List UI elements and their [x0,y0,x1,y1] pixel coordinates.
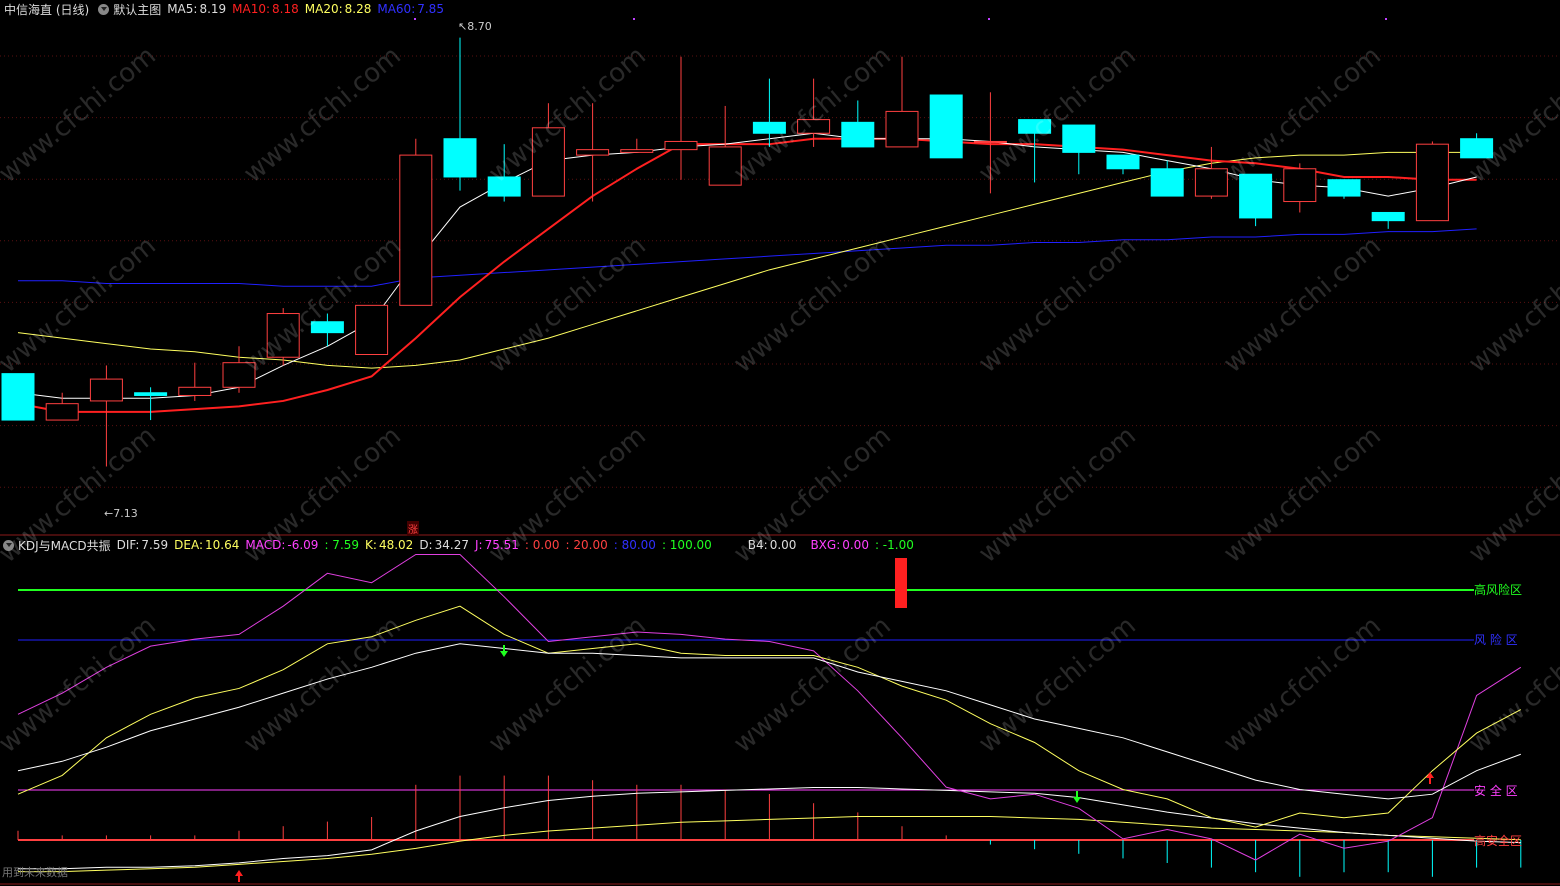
d-label: D: [419,538,433,552]
kdj-k-line [17,605,1522,828]
top-marker [988,18,990,20]
top-marker [1385,18,1387,20]
zone-risk-label: 风 险 区 [1474,633,1518,647]
candle-body [1460,138,1494,159]
candle-body [1194,168,1228,197]
candle-body [1415,143,1449,222]
ma60-value: 7.85 [417,2,444,16]
ma10-value: 8.18 [272,2,299,16]
candle-body [1018,119,1052,134]
zone-high-safe-label: 高安全区 [1474,834,1523,848]
stock-chart[interactable] [0,0,1560,886]
candle-body [45,403,79,421]
zone-safe-label: 安 全 区 [1474,784,1518,798]
candle-body [929,94,963,159]
candle-body [443,138,477,178]
macd-label: MACD: [245,538,286,552]
candle-body [664,140,698,151]
bxg-value-2: : -1.00 [874,538,914,552]
candle-body [222,362,256,388]
kdj-d-line [17,643,1521,800]
up-arrow-icon [1426,772,1434,784]
candle-body [576,149,610,156]
high-price-value: 8.70 [467,20,492,33]
candle-body [1062,124,1096,153]
j-value: 75.51 [484,538,519,552]
ma10-label: MA10: [232,2,271,16]
candle-body [1150,168,1184,197]
k-value: 48.02 [378,538,414,552]
ma20-label: MA20: [304,2,343,16]
ma5-label: MA5: [167,2,198,16]
zone-80: : 80.00 [613,538,656,552]
top-marker [414,18,416,20]
zhang-marker: 涨 [407,521,419,536]
value-1: : 7.59 [324,538,360,552]
zone-high-risk-label: 高风险区 [1474,583,1523,597]
candle-body [310,321,344,334]
indicator-panel-header: KDJ与MACD共振 DIF: 7.59 DEA: 10.64 MACD: -6… [0,536,920,554]
signal-bar [895,558,907,608]
candle-body [885,110,919,148]
candle-body [487,176,521,197]
candle-body [1239,173,1273,219]
j-label: J: [474,538,483,552]
ma60-line [18,228,1477,287]
low-price-annotation: ←7.13 [104,507,138,520]
b4-label: B4: [747,538,768,552]
candle-body [178,386,212,396]
dropdown-icon[interactable] [98,3,110,15]
footer-note: 用到未来数据 [2,866,68,879]
up-arrow-icon [235,870,243,882]
bxg-value: 0.00 [842,538,869,552]
candle-body [1106,154,1140,170]
candle-body [752,121,786,134]
indicator-name[interactable]: KDJ与MACD共振 [18,537,111,554]
low-price-value: 7.13 [113,507,138,520]
candle-body [797,119,831,134]
candle-body [266,313,300,358]
candle-body [531,127,565,197]
candle-body [1,373,35,421]
bxg-label: BXG: [810,538,841,552]
candle-body [620,149,654,153]
down-arrow-icon [1073,791,1081,803]
ma5-line [17,132,1477,399]
candle-body [89,378,123,402]
dif-label: DIF: [116,538,140,552]
dea-label: DEA: [174,538,204,552]
candle-body [841,121,875,148]
ma20-value: 8.28 [344,2,372,16]
top-marker [633,18,635,20]
candle-body [1283,168,1317,203]
d-value: 34.27 [434,538,469,552]
k-label: K: [365,538,377,552]
candle-body [355,304,389,356]
template-name[interactable]: 默认主图 [113,1,161,18]
candle-body [708,146,742,186]
down-arrow-icon [500,645,508,657]
zone-0: : 0.00 [524,538,560,552]
ma60-label: MA60: [377,2,416,16]
zone-100: : 100.00 [661,538,712,552]
b4-value: 0.00 [769,538,797,552]
candle-body [1327,179,1361,197]
zone-20: : 20.00 [565,538,608,552]
dif-value: 7.59 [141,538,169,552]
main-panel-header: 中信海直 (日线) 默认主图 MA5: 8.19 MA10: 8.18 MA20… [0,0,450,18]
candle-body [973,140,1007,143]
candle-body [399,154,433,306]
macd-value: -6.09 [287,538,319,552]
ma5-value: 8.19 [199,2,227,16]
dropdown-icon[interactable] [3,539,14,551]
candle-body [134,392,168,396]
dea-value: 10.64 [205,538,240,552]
candle-body [1371,211,1405,222]
stock-title[interactable]: 中信海直 (日线) [4,1,89,18]
high-price-annotation: ↖8.70 [458,20,492,33]
